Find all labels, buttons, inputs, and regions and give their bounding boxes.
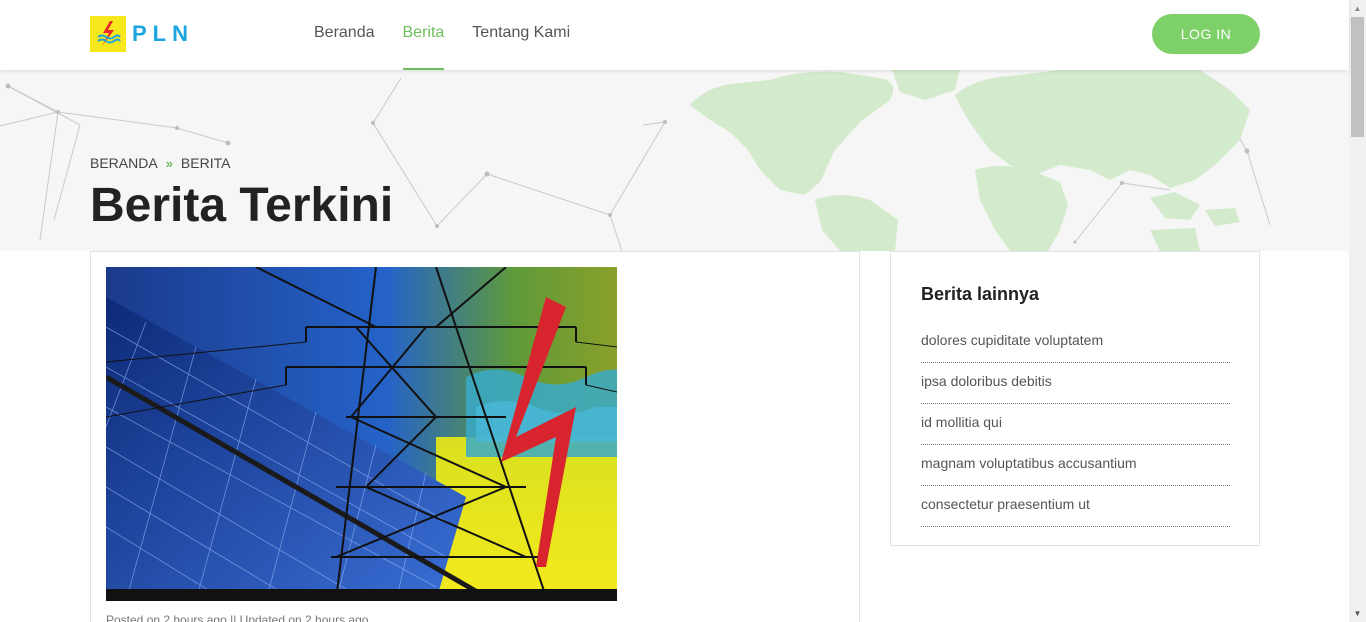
- scroll-thumb[interactable]: [1351, 17, 1364, 137]
- sidebar-other-news: Berita lainnya dolores cupiditate volupt…: [890, 251, 1260, 546]
- list-item[interactable]: id mollitia qui: [921, 404, 1230, 445]
- nav-berita[interactable]: Berita: [402, 0, 444, 70]
- scroll-up-icon[interactable]: ▲: [1349, 0, 1366, 17]
- hero-banner: BERANDA » BERITA Berita Terkini: [0, 70, 1349, 251]
- breadcrumb-separator-icon: »: [165, 155, 173, 171]
- list-item[interactable]: dolores cupiditate voluptatem: [921, 322, 1230, 363]
- list-item[interactable]: consectetur praesentium ut: [921, 486, 1230, 527]
- article-meta: Posted on 2 hours ago || Updated on 2 ho…: [106, 613, 369, 622]
- scroll-down-icon[interactable]: ▼: [1349, 605, 1366, 622]
- page-scrollbar[interactable]: ▲ ▼: [1349, 0, 1366, 622]
- breadcrumb-berita: BERITA: [180, 155, 231, 171]
- top-navbar: PLN Beranda Berita Tentang Kami LOG IN: [0, 0, 1349, 70]
- list-item[interactable]: ipsa doloribus debitis: [921, 363, 1230, 404]
- main-nav: Beranda Berita Tentang Kami: [314, 0, 598, 70]
- breadcrumb-beranda[interactable]: BERANDA: [90, 155, 158, 171]
- pln-logo-icon: [90, 16, 126, 52]
- article-card: Posted on 2 hours ago || Updated on 2 ho…: [90, 251, 860, 622]
- other-news-list: dolores cupiditate voluptatem ipsa dolor…: [921, 322, 1230, 527]
- login-button[interactable]: LOG IN: [1152, 14, 1260, 54]
- article-image[interactable]: [106, 267, 617, 601]
- page-title: Berita Terkini: [90, 179, 394, 232]
- list-item[interactable]: magnam voluptatibus accusantium: [921, 445, 1230, 486]
- nav-beranda[interactable]: Beranda: [314, 0, 375, 70]
- nav-tentang-kami[interactable]: Tentang Kami: [472, 0, 570, 70]
- logo-text: PLN: [132, 21, 194, 46]
- breadcrumb: BERANDA » BERITA: [90, 155, 230, 171]
- sidebar-title: Berita lainnya: [921, 284, 1040, 304]
- pln-logo[interactable]: PLN: [90, 16, 194, 52]
